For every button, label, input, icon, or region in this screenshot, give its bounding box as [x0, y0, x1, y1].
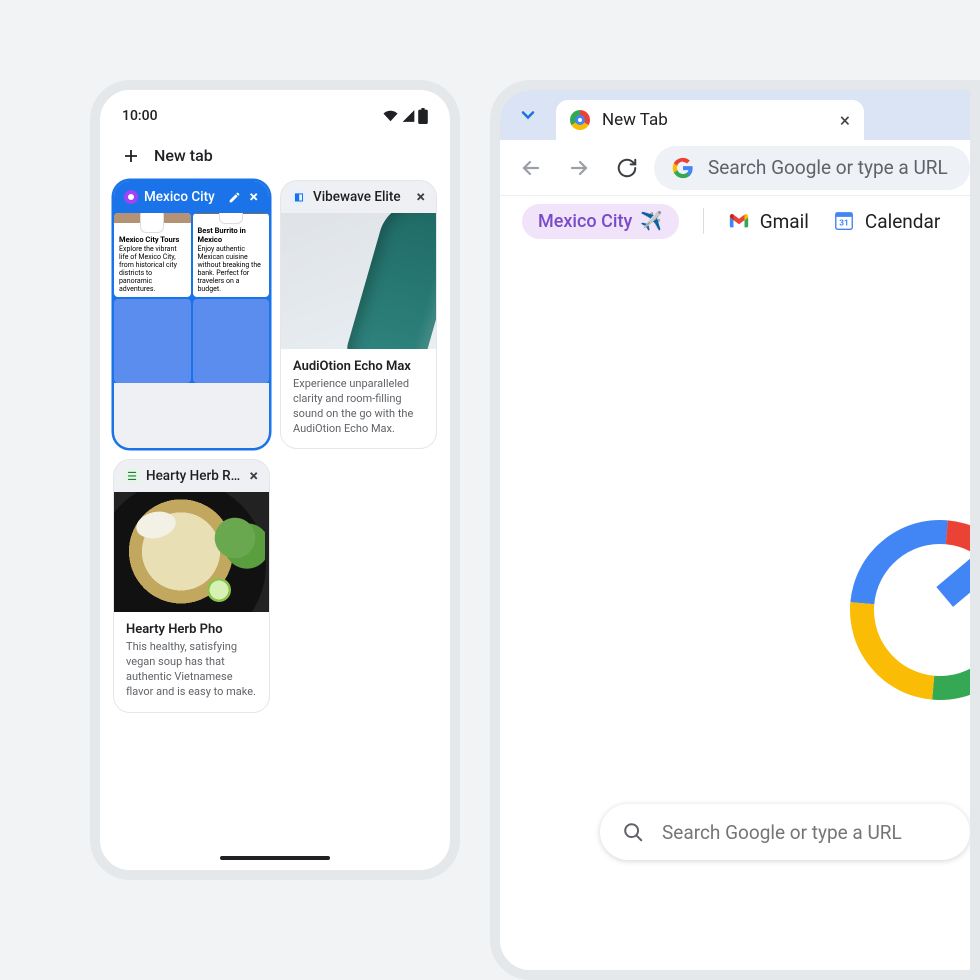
- recipe-image: [114, 492, 269, 612]
- close-icon[interactable]: ×: [840, 109, 850, 132]
- chrome-icon: [570, 110, 590, 130]
- new-tab-label: New tab: [154, 146, 213, 165]
- product-title: AudiOtion Echo Max: [293, 359, 424, 374]
- tab-groups-grid: Mexico City × Mexico City Tours Explore …: [100, 181, 450, 712]
- toolbar: Search Google or type a URL: [500, 140, 970, 196]
- back-button[interactable]: [510, 147, 552, 189]
- tile-thumbnail: [193, 213, 270, 214]
- group-tile[interactable]: Best Burrito in Mexico Enjoy authentic M…: [193, 213, 270, 297]
- tab-group-title: Mexico City: [144, 189, 222, 205]
- tab-card-body: Hearty Herb Pho This healthy, satisfying…: [114, 492, 269, 711]
- home-indicator[interactable]: [220, 856, 330, 860]
- search-icon: [622, 821, 644, 843]
- phone-mockup: 10:00 New tab Mexico City × Mexico Ci: [90, 80, 460, 880]
- group-tile-empty[interactable]: [114, 299, 191, 383]
- calendar-icon: 31: [833, 210, 855, 232]
- battery-icon: [418, 108, 428, 124]
- omnibox-placeholder: Search Google or type a URL: [708, 156, 948, 179]
- tab-card-header: ☰ Hearty Herb Recipes ×: [114, 460, 269, 492]
- favicon-icon: ◧: [291, 189, 307, 205]
- google-logo: [813, 483, 980, 737]
- product-desc: Experience unparalleled clarity and room…: [293, 377, 424, 436]
- svg-text:31: 31: [839, 219, 848, 229]
- arrow-right-icon: [567, 156, 591, 180]
- recipe-desc: This healthy, satisfying vegan soup has …: [126, 640, 257, 699]
- tab-card-body: AudiOtion Echo Max Experience unparallel…: [281, 213, 436, 448]
- tab-card-vibewave[interactable]: ◧ Vibewave Elite × AudiOtion Echo Max Ex…: [281, 181, 436, 448]
- chevron-down-icon: [518, 105, 538, 125]
- favicon-icon: ☰: [124, 468, 140, 484]
- arrow-left-icon: [519, 156, 543, 180]
- divider: [703, 208, 704, 234]
- chip-label: Mexico City: [538, 211, 632, 232]
- tab-strip: New Tab ×: [500, 90, 970, 140]
- tab-group-mexico-city[interactable]: Mexico City × Mexico City Tours Explore …: [114, 181, 269, 448]
- tile-label: Mexico City Tours Explore the vibrant li…: [114, 223, 191, 297]
- bookmark-label: Calendar: [865, 210, 940, 233]
- plus-icon: [122, 147, 140, 165]
- recipe-title: Hearty Herb Pho: [126, 622, 257, 637]
- omnibox[interactable]: Search Google or type a URL: [654, 146, 970, 190]
- close-icon[interactable]: ×: [247, 468, 262, 484]
- status-bar: 10:00: [100, 90, 450, 132]
- close-icon[interactable]: ×: [247, 189, 262, 205]
- desktop-chrome-mockup: New Tab × Search Google or type a URL Me…: [490, 80, 980, 980]
- tab-title: New Tab: [602, 110, 828, 130]
- tab-card-recipe[interactable]: ☰ Hearty Herb Recipes × Hearty Herb Pho …: [114, 460, 269, 711]
- ntp-search-box[interactable]: Search Google or type a URL: [600, 804, 970, 860]
- tab-group-header: Mexico City ×: [114, 181, 269, 213]
- tab-card-title: Hearty Herb Recipes: [146, 468, 241, 484]
- product-image: [281, 213, 436, 349]
- close-icon[interactable]: ×: [414, 189, 429, 205]
- google-icon: [672, 157, 694, 179]
- tab-card-header: ◧ Vibewave Elite ×: [281, 181, 436, 213]
- browser-tab[interactable]: New Tab ×: [556, 100, 864, 140]
- reload-button[interactable]: [606, 147, 648, 189]
- tab-group-chip-mexico-city[interactable]: Mexico City ✈️: [522, 204, 679, 239]
- search-placeholder: Search Google or type a URL: [662, 821, 902, 844]
- bookmark-gmail[interactable]: Gmail: [728, 210, 809, 233]
- status-icons: [382, 108, 428, 124]
- group-tile[interactable]: Mexico City Tours Explore the vibrant li…: [114, 213, 191, 297]
- gmail-icon: [728, 210, 750, 232]
- bookmarks-bar: Mexico City ✈️ Gmail 31 Calendar: [500, 196, 970, 246]
- tab-group-tiles: Mexico City Tours Explore the vibrant li…: [114, 213, 269, 383]
- pencil-icon[interactable]: [228, 191, 241, 204]
- tab-card-title: Vibewave Elite: [313, 189, 408, 205]
- signal-icon: [401, 109, 416, 123]
- group-tile-empty[interactable]: [193, 299, 270, 383]
- clock: 10:00: [122, 108, 158, 124]
- reload-icon: [616, 157, 638, 179]
- airplane-icon: ✈️: [640, 211, 662, 232]
- tile-label: Best Burrito in Mexico Enjoy authentic M…: [193, 214, 270, 297]
- forward-button[interactable]: [558, 147, 600, 189]
- group-color-icon: [124, 190, 138, 204]
- wifi-icon: [382, 109, 399, 123]
- tile-thumbnail: [114, 213, 191, 223]
- bookmark-calendar[interactable]: 31 Calendar: [833, 210, 940, 233]
- bookmark-label: Gmail: [760, 210, 809, 233]
- new-tab-button[interactable]: New tab: [100, 132, 450, 181]
- tab-search-button[interactable]: [506, 93, 550, 137]
